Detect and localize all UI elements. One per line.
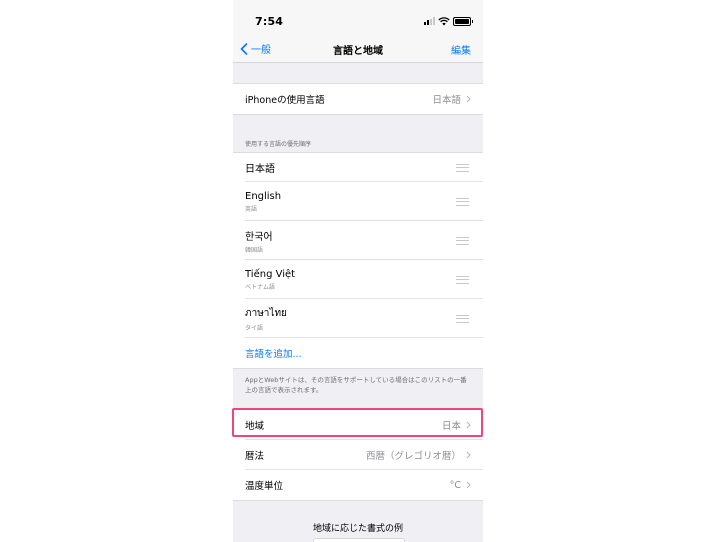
iphone-language-group: iPhoneの使用言語 日本語 xyxy=(233,83,483,115)
calendar-label: 暦法 xyxy=(245,451,265,462)
language-subtitle: ベトナム語 xyxy=(245,283,275,291)
signal-icon xyxy=(424,17,435,25)
language-name: 한국어 xyxy=(245,231,273,243)
language-footer-note: AppとWebサイトは、その言語をサポートしている場合はこのリストの一番上の言語… xyxy=(245,376,467,394)
chevron-right-icon xyxy=(466,421,471,429)
chevron-right-icon xyxy=(466,481,471,489)
list-item[interactable]: ภาษาไทย タイ語 xyxy=(233,299,483,338)
preferred-languages-header: 使用する言語の優先順序 xyxy=(245,141,312,148)
language-subtitle: 韓国語 xyxy=(245,246,264,254)
language-subtitle: 英語 xyxy=(245,205,258,213)
language-subtitle: タイ語 xyxy=(245,324,264,332)
format-example-card xyxy=(313,538,405,542)
list-item[interactable]: Tiếng Việt ベトナム語 xyxy=(233,260,483,299)
iphone-language-label: iPhoneの使用言語 xyxy=(245,95,325,106)
iphone-language-row[interactable]: iPhoneの使用言語 日本語 xyxy=(233,84,483,114)
language-name: 日本語 xyxy=(245,164,275,175)
page-title: 言語と地域 xyxy=(333,46,383,57)
navigation-bar: 一般 言語と地域 編集 xyxy=(233,36,483,63)
phone-screen: 7:54 一般 言語と地域 編集 iPhoneの使用言語 日本語 使用する言語の… xyxy=(233,0,483,542)
region-row[interactable]: 地域 日本 xyxy=(233,410,483,440)
region-value: 日本 xyxy=(441,421,461,432)
status-icons xyxy=(424,16,473,26)
temperature-unit-label: 温度単位 xyxy=(245,481,284,492)
reorder-handle-icon[interactable] xyxy=(456,163,469,172)
calendar-row[interactable]: 暦法 西暦（グレゴリオ暦） xyxy=(233,440,483,470)
chevron-right-icon xyxy=(466,95,471,103)
status-bar: 7:54 xyxy=(233,0,483,36)
edit-button[interactable]: 編集 xyxy=(451,42,471,57)
wifi-icon xyxy=(438,16,450,25)
battery-icon xyxy=(453,16,473,26)
temperature-unit-value: °C xyxy=(449,479,461,491)
status-time: 7:54 xyxy=(255,15,284,28)
reorder-handle-icon[interactable] xyxy=(456,197,469,206)
add-language-button[interactable]: 言語を追加... xyxy=(245,346,302,360)
calendar-value: 西暦（グレゴリオ暦） xyxy=(365,451,461,462)
temperature-unit-row[interactable]: 温度単位 °C xyxy=(233,470,483,500)
region-settings-group: 地域 日本 暦法 西暦（グレゴリオ暦） 温度単位 °C xyxy=(233,409,483,501)
language-name: Tiếng Việt xyxy=(245,268,296,280)
preferred-languages-list: 日本語 English 英語 한국어 韓国語 Tiếng Việt ベトナム語 … xyxy=(233,152,483,369)
add-language-row[interactable]: 言語を追加... xyxy=(233,338,483,368)
region-label: 地域 xyxy=(245,421,265,432)
format-example-title: 地域に応じた書式の例 xyxy=(312,524,403,534)
list-item[interactable]: 한국어 韓国語 xyxy=(233,221,483,260)
iphone-language-value: 日本語 xyxy=(432,95,461,106)
chevron-right-icon xyxy=(466,451,471,459)
reorder-handle-icon[interactable] xyxy=(456,314,469,323)
list-item[interactable]: English 英語 xyxy=(233,182,483,221)
language-name: ภาษาไทย xyxy=(245,307,287,319)
reorder-handle-icon[interactable] xyxy=(456,236,469,245)
reorder-handle-icon[interactable] xyxy=(456,275,469,284)
list-item[interactable]: 日本語 xyxy=(233,153,483,182)
language-name: English xyxy=(245,190,282,202)
